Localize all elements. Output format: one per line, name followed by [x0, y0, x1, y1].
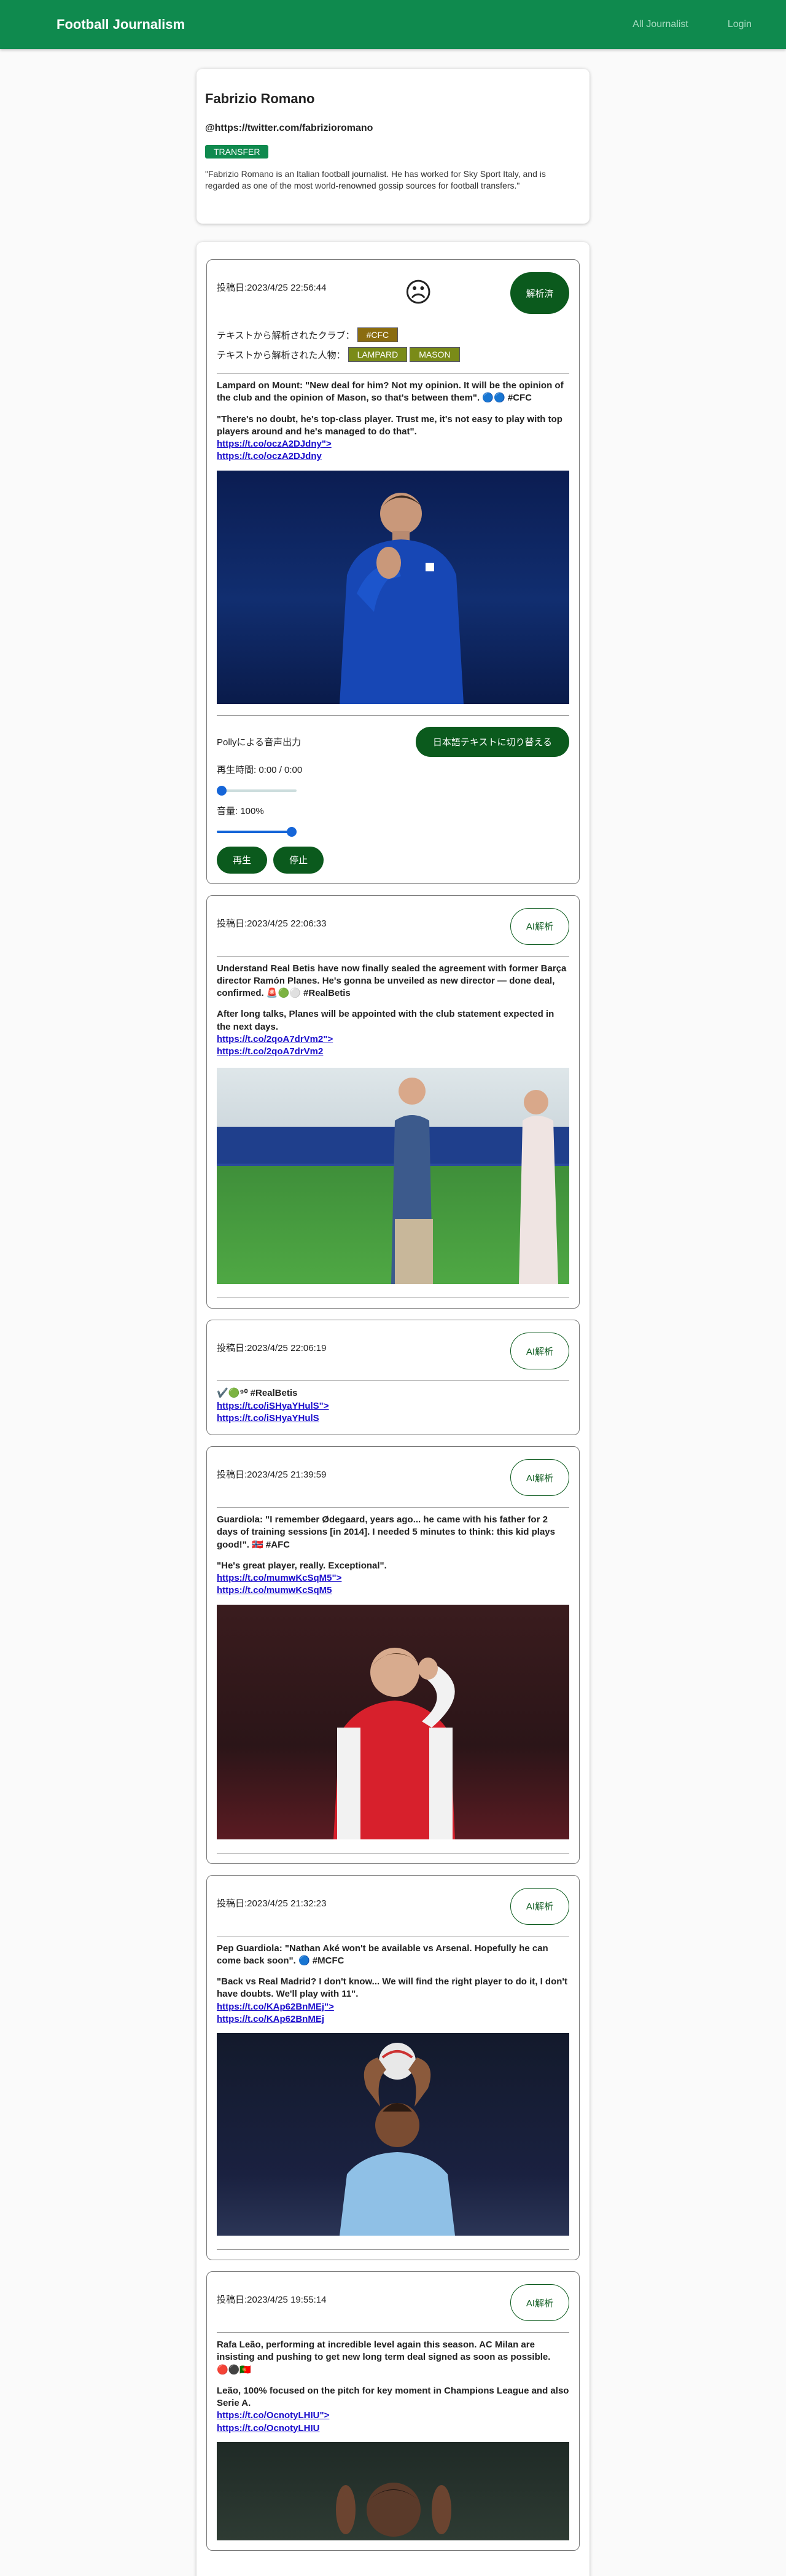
tweet-paragraph: After long talks, Planes will be appoint…: [217, 1009, 554, 1032]
tweet-paragraph: Rafa Leão, performing at incredible leve…: [217, 2339, 551, 2375]
divider: [217, 1507, 569, 1508]
tweet-text: Rafa Leão, performing at incredible leve…: [217, 2339, 569, 2435]
player-figure-image: [333, 1647, 455, 1839]
polly-label: Pollyによる音声出力: [217, 737, 302, 748]
tweet-link[interactable]: https://t.co/2qoA7drVm2">: [217, 1033, 569, 1046]
post-date: 投稿日:2023/4/25 19:55:14: [217, 2295, 327, 2305]
tweet-card: 投稿日:2023/4/25 21:39:59 AI解析 Guardiola: "…: [206, 1446, 580, 1864]
person-chip: LAMPARD: [348, 347, 408, 362]
volume-label: 音量: 100%: [217, 805, 264, 816]
tweet-paragraph: Pep Guardiola: "Nathan Aké won't be avai…: [217, 1943, 548, 1966]
ai-analyze-button[interactable]: AI解析: [510, 907, 569, 945]
journalist-twitter: @https://twitter.com/fabrizioromano: [205, 123, 373, 133]
tweet-text: Understand Real Betis have now finally s…: [217, 963, 569, 1059]
post-date: 投稿日:2023/4/25 22:06:33: [217, 918, 327, 929]
parsed-clubs: テキストから解析されたクラブ： #CFC: [217, 327, 569, 342]
main-content: Fabrizio Romano @https://twitter.com/fab…: [196, 49, 590, 2576]
divider: [217, 1852, 569, 1854]
sad-face-icon: ☹: [404, 278, 433, 308]
journalist-name: Fabrizio Romano: [205, 91, 315, 106]
player-figure-image: [340, 492, 464, 704]
nav-all-journalist[interactable]: All Journalist: [632, 19, 688, 30]
ai-analyze-button[interactable]: AI解析: [510, 1333, 569, 1370]
tweet-link[interactable]: https://t.co/iSHyaYHulS">: [217, 1400, 569, 1412]
post-date: 投稿日:2023/4/25 21:39:59: [217, 1470, 327, 1480]
post-date: 投稿日:2023/4/25 22:06:19: [217, 1343, 327, 1354]
tweet-link[interactable]: https://t.co/mumwKcSqM5: [217, 1584, 569, 1597]
divider: [217, 373, 569, 374]
tweet-text: Lampard on Mount: "New deal for him? Not…: [217, 380, 569, 463]
playback-time: 再生時間: 0:00 / 0:00: [217, 764, 303, 775]
tweet-text: ✔️🟢⁹⁰ #RealBetis https://t.co/iSHyaYHulS…: [217, 1387, 569, 1425]
journalist-bio: "Fabrizio Romano is an Italian football …: [205, 169, 546, 190]
parsed-clubs-label: テキストから解析されたクラブ：: [217, 330, 355, 341]
tweet-photo: [217, 2441, 569, 2540]
tweet-text: Guardiola: "I remember Ødegaard, years a…: [217, 1514, 569, 1597]
tweet-link[interactable]: https://t.co/OcnotyLHIU: [217, 2422, 569, 2435]
tweet-paragraph: ✔️🟢⁹⁰ #RealBetis: [217, 1388, 298, 1399]
divider: [217, 1380, 569, 1382]
tweet-card: 投稿日:2023/4/25 21:32:23 AI解析 Pep Guardiol…: [206, 1874, 580, 2260]
divider: [217, 714, 569, 716]
tweet-paragraph: "There's no doubt, he's top-class player…: [217, 413, 562, 437]
top-navbar: Football Journalism All Journalist Login: [0, 0, 786, 49]
tweet-photo: [217, 470, 569, 704]
player-figure-image: [336, 2482, 451, 2537]
site-brand[interactable]: Football Journalism: [56, 17, 593, 33]
tweet-photo: [217, 1604, 569, 1839]
switch-japanese-button[interactable]: 日本語テキストに切り替える: [415, 726, 569, 757]
tweet-paragraph: Guardiola: "I remember Ødegaard, years a…: [217, 1514, 555, 1550]
tweet-card: 投稿日:2023/4/25 22:06:19 AI解析 ✔️🟢⁹⁰ #RealB…: [206, 1320, 580, 1435]
tweet-link[interactable]: https://t.co/OcnotyLHIU">: [217, 2410, 569, 2422]
audio-player: Pollyによる音声出力 日本語テキストに切り替える 再生時間: 0:00 / …: [217, 726, 569, 874]
tweet-paragraph: Leão, 100% focused on the pitch for key …: [217, 2385, 569, 2408]
tweet-link[interactable]: https://t.co/iSHyaYHulS: [217, 1412, 569, 1425]
tweet-link[interactable]: https://t.co/oczA2DJdny">: [217, 438, 569, 450]
stadium-scene-image: [217, 1065, 569, 1285]
category-tag: TRANSFER: [205, 145, 269, 159]
tweet-link[interactable]: https://t.co/KAp62BnMEj">: [217, 2001, 569, 2013]
person-chip: MASON: [410, 347, 460, 362]
tweet-photo: [217, 1065, 569, 1285]
tweet-link[interactable]: https://t.co/KAp62BnMEj: [217, 2013, 569, 2026]
tweet-card: 投稿日:2023/4/25 19:55:14 AI解析 Rafa Leão, p…: [206, 2271, 580, 2551]
ai-analyze-button[interactable]: AI解析: [510, 1459, 569, 1496]
parsed-people-label: テキストから解析された人物：: [217, 350, 346, 361]
stop-button[interactable]: 停止: [273, 846, 324, 874]
divider: [217, 955, 569, 957]
tweet-link[interactable]: https://t.co/mumwKcSqM5">: [217, 1572, 569, 1584]
tweet-text: Pep Guardiola: "Nathan Aké won't be avai…: [217, 1943, 569, 2026]
tweet-card: 投稿日:2023/4/25 22:06:33 AI解析 Understand R…: [206, 895, 580, 1309]
tweet-card: 投稿日:2023/4/25 22:56:44 ☹ 解析済 テキストから解析された…: [206, 259, 580, 884]
tweet-feed: 投稿日:2023/4/25 22:56:44 ☹ 解析済 テキストから解析された…: [196, 242, 590, 2576]
tweet-link[interactable]: https://t.co/oczA2DJdny: [217, 450, 569, 463]
divider: [217, 2249, 569, 2250]
tweet-paragraph: Understand Real Betis have now finally s…: [217, 963, 567, 999]
playback-slider[interactable]: [217, 785, 297, 796]
parsed-people: テキストから解析された人物： LAMPARD MASON: [217, 347, 569, 362]
post-date: 投稿日:2023/4/25 22:56:44: [217, 283, 327, 293]
tweet-paragraph: "Back vs Real Madrid? I don't know... We…: [217, 1976, 567, 2000]
journalist-profile-card: Fabrizio Romano @https://twitter.com/fab…: [196, 69, 590, 224]
nav-login[interactable]: Login: [728, 19, 752, 30]
club-chip: #CFC: [357, 327, 399, 342]
tweet-link[interactable]: https://t.co/2qoA7drVm2: [217, 1046, 569, 1058]
player-figure-image: [340, 2043, 455, 2236]
ai-analyze-button[interactable]: AI解析: [510, 1887, 569, 1925]
tweet-paragraph: Lampard on Mount: "New deal for him? Not…: [217, 380, 564, 404]
analyzed-button[interactable]: 解析済: [510, 272, 569, 314]
post-date: 投稿日:2023/4/25 21:32:23: [217, 1898, 327, 1909]
tweet-paragraph: "He's great player, really. Exceptional"…: [217, 1560, 387, 1571]
play-button[interactable]: 再生: [217, 846, 267, 874]
ai-analyze-button[interactable]: AI解析: [510, 2284, 569, 2321]
divider: [217, 2332, 569, 2333]
tweet-photo: [217, 2033, 569, 2236]
volume-slider[interactable]: [217, 826, 297, 837]
